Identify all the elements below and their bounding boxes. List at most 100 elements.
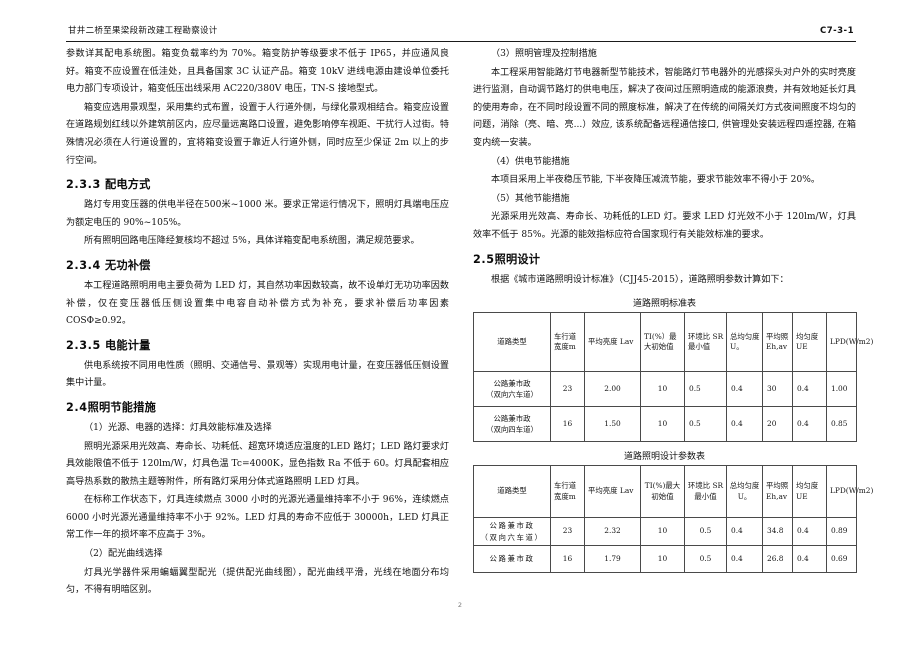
right-text-column: （3）照明管理及控制措施 本工程采用智能路灯节电器新型节能技术，智能路灯节电器外… xyxy=(473,46,873,574)
cell-surround-ratio: 0.5 xyxy=(684,371,727,408)
heading-2-3-5-text: 电能计量 xyxy=(104,338,151,352)
cell-ti-max-initial: 10 xyxy=(640,545,685,574)
road-type-line-2: （双向六车道） xyxy=(480,532,544,542)
cell-average-luminance: 1.79 xyxy=(584,545,641,574)
road-type-line-1: 公路兼市政 xyxy=(493,413,531,423)
cell-overall-uniformity: 0.4 xyxy=(726,545,763,574)
cell-lpd: 0.89 xyxy=(826,517,857,547)
cell-lpd: 1.00 xyxy=(826,371,857,408)
heading-2-3-5-number: 2.3.5 xyxy=(66,338,101,352)
paragraph-box-transformer-params: 参数详其配电系统图。箱变负载率约为 70%。箱变防护等级要求不低于 IP65，并… xyxy=(66,49,449,95)
heading-2-3-4: 2.3.4 无功补偿 xyxy=(66,255,449,276)
cell-lane-width: 16 xyxy=(550,406,585,443)
th-lpd: LPD(W/m2) xyxy=(826,465,873,519)
heading-2-5-text: 照明设计 xyxy=(494,252,541,266)
road-type-line-1: 公路兼市政 xyxy=(489,554,535,564)
table-2-header-row: 道路类型 车行道宽度m 平均亮度 Lav TI(%)最大初始值 环境比 SR 最… xyxy=(473,465,873,519)
list-item-1-light-source: （1）光源、电器的选择：灯具效能标准及选择 xyxy=(84,422,272,433)
paragraph-led-efficiency: 光源采用光效高、寿命长、功耗低的LED 灯。要求 LED 灯光效不小于 120l… xyxy=(473,212,856,240)
th-uniformity-ue: 均匀度UE xyxy=(792,312,827,373)
cell-average-illuminance: 26.8 xyxy=(762,545,793,574)
cell-average-luminance: 1.50 xyxy=(584,406,641,443)
page-header: 甘井二桥至果梁段新改建工程勘察设计 C7-3-1 xyxy=(68,24,854,36)
paragraph-supply-radius: 路灯专用变压器的供电半径在500米~1000 米。要求正常运行情况下，照明灯具端… xyxy=(66,200,449,228)
heading-2-3-4-number: 2.3.4 xyxy=(66,258,101,272)
header-divider-rule xyxy=(66,41,856,42)
cell-road-type: 公路兼市政 （双向四车道） xyxy=(473,406,551,443)
cell-average-illuminance: 34.8 xyxy=(762,517,793,547)
paragraph-night-dimming: 本项目采用上半夜稳压节能, 下半夜降压减流节能，要求节能效率不得小于 20%。 xyxy=(491,175,820,186)
heading-2-3-3-number: 2.3.3 xyxy=(66,178,101,192)
th-overall-uniformity: 总均匀度U。 xyxy=(726,312,763,373)
th-average-illuminance: 平均照Eh,av xyxy=(762,312,793,373)
table-row: 公路兼市政 （双向四车道） 16 1.50 10 0.5 0.4 20 0.4 … xyxy=(473,406,857,443)
cell-lpd: 0.85 xyxy=(826,406,857,443)
road-lighting-standard-table: 道路类型 车行道宽度m 平均亮度 Lav TI(%）最大初始值 环境比 SR 最… xyxy=(473,312,873,443)
cell-road-type: 公路兼市政 （双向六车道） xyxy=(473,517,551,547)
cell-uniformity-ue: 0.4 xyxy=(792,371,827,408)
cell-surround-ratio: 0.5 xyxy=(684,406,727,443)
th-surround-ratio: 环境比 SR 最小值 xyxy=(684,465,727,519)
heading-2-3-5: 2.3.5 电能计量 xyxy=(66,335,449,356)
cell-lpd: 0.69 xyxy=(826,545,857,574)
list-item-5-other-measures: （5）其他节能措施 xyxy=(491,193,570,204)
paragraph-lumen-maintenance: 在标称工作状态下，灯具连续燃点 3000 小时的光源光通量维持率不小于 96%，… xyxy=(66,495,449,541)
road-type-line-1: 公路兼市政 xyxy=(493,378,531,388)
list-item-3-lighting-management: （3）照明管理及控制措施 xyxy=(491,49,597,59)
road-type-line-1: 公路兼市政 xyxy=(489,521,535,531)
cell-uniformity-ue: 0.4 xyxy=(792,406,827,443)
paragraph-box-transformer-placement: 箱变应选用景观型，采用集约式布置，设置于人行道外侧，与绿化景观相结合。箱变应设置… xyxy=(66,102,449,166)
left-text-column: 参数详其配电系统图。箱变负载率约为 70%。箱变防护等级要求不低于 IP65，并… xyxy=(66,46,449,601)
heading-2-4: 2.4照明节能措施 xyxy=(66,397,449,418)
cell-surround-ratio: 0.5 xyxy=(684,517,727,547)
cell-average-illuminance: 20 xyxy=(762,406,793,443)
heading-2-5: 2.5照明设计 xyxy=(473,249,856,270)
paragraph-batwing-distribution: 灯具光学器件采用蝙蝠翼型配光（提供配光曲线图），配光曲线平滑，光线在地面分布均匀… xyxy=(66,567,449,596)
cell-ti-max-initial: 10 xyxy=(640,406,685,443)
cell-lane-width: 23 xyxy=(550,371,585,408)
cell-lane-width: 16 xyxy=(550,545,585,574)
cell-average-illuminance: 30 xyxy=(762,371,793,408)
cell-overall-uniformity: 0.4 xyxy=(726,517,763,547)
document-page: 甘井二桥至果梁段新改建工程勘察设计 C7-3-1 参数详其配电系统图。箱变负载率… xyxy=(0,0,920,651)
paragraph-reactive-compensation: 本工程道路照明用电主要负荷为 LED 灯，其自然功率因数较高，故不设单灯无功功率… xyxy=(66,280,449,327)
cell-average-luminance: 2.00 xyxy=(584,371,641,408)
list-item-2-light-distribution: （2）配光曲线选择 xyxy=(84,549,163,560)
page-number: 2 xyxy=(457,601,463,609)
th-average-luminance: 平均亮度 Lav xyxy=(584,465,641,519)
th-overall-uniformity: 总均匀度U。 xyxy=(726,465,763,519)
table-2-caption: 道路照明设计参数表 xyxy=(623,452,705,463)
cell-uniformity-ue: 0.4 xyxy=(792,517,827,547)
road-type-line-2: （双向六车道） xyxy=(486,390,538,400)
th-lpd: LPD(W/m2) xyxy=(826,312,873,373)
th-road-type: 道路类型 xyxy=(473,312,551,373)
cell-road-type: 公路兼市政 xyxy=(473,545,551,574)
header-drawing-code: C7-3-1 xyxy=(819,26,854,36)
heading-2-3-4-text: 无功补偿 xyxy=(104,258,151,272)
th-road-type: 道路类型 xyxy=(473,465,551,519)
table-row: 公路兼市政 16 1.79 10 0.5 0.4 26.8 0.4 0.69 xyxy=(473,545,857,574)
cell-average-luminance: 2.32 xyxy=(584,517,641,547)
heading-2-3-3-text: 配电方式 xyxy=(104,178,151,192)
cell-ti-max-initial: 10 xyxy=(640,371,685,408)
table-row: 公路兼市政 （双向六车道） 23 2.00 10 0.5 0.4 30 0.4 … xyxy=(473,371,857,408)
th-surround-ratio: 环境比 SR 最小值 xyxy=(684,312,727,373)
heading-2-5-number: 2.5 xyxy=(473,252,495,266)
cell-overall-uniformity: 0.4 xyxy=(726,406,763,443)
paragraph-led-specs: 照明光源采用光效高、寿命长、功耗低、超宽环境适应温度的LED 路灯；LED 路灯… xyxy=(66,441,449,487)
heading-2-4-text: 照明节能措施 xyxy=(87,400,156,414)
th-uniformity-ue: 均匀度UE xyxy=(792,465,827,519)
cell-lane-width: 23 xyxy=(550,517,585,547)
th-ti-max-initial: TI(%)最大初始值 xyxy=(640,465,685,519)
list-item-4-power-saving: （4）供电节能措施 xyxy=(491,156,570,167)
cell-overall-uniformity: 0.4 xyxy=(726,371,763,408)
th-average-illuminance: 平均照Eh,av xyxy=(762,465,793,519)
road-lighting-design-parameters-table: 道路类型 车行道宽度m 平均亮度 Lav TI(%)最大初始值 环境比 SR 最… xyxy=(473,465,873,574)
road-type-line-2: （双向四车道） xyxy=(486,425,538,435)
heading-2-4-number: 2.4 xyxy=(66,400,88,414)
paragraph-smart-controller: 本工程采用智能路灯节电器新型节能技术，智能路灯节电器外的光感探头对户外的实时亮度… xyxy=(473,67,856,148)
cell-ti-max-initial: 10 xyxy=(640,517,685,547)
th-lane-width: 车行道宽度m xyxy=(550,312,585,373)
th-lane-width: 车行道宽度m xyxy=(550,465,585,519)
cell-uniformity-ue: 0.4 xyxy=(792,545,827,574)
